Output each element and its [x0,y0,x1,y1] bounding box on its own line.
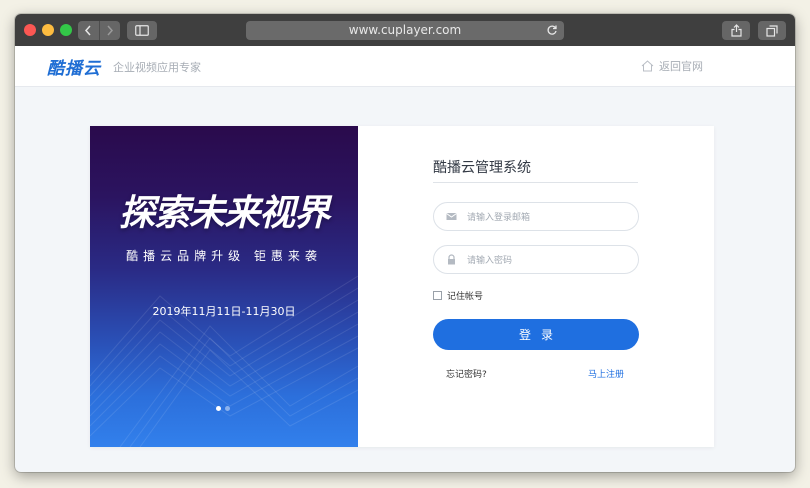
site-logo[interactable]: 酷播云 [47,54,101,79]
url-text: www.cuplayer.com [348,23,462,37]
email-field-wrapper [433,202,639,231]
banner-title: 探索未来视界 [118,193,330,234]
carousel-dot[interactable] [225,406,230,411]
email-input[interactable] [465,207,629,228]
back-to-home-link[interactable]: 返回官网 [641,58,703,74]
sidebar-toggle-button[interactable] [127,21,157,40]
zoom-window-button[interactable] [60,24,72,36]
login-card: 探索未来视界 酷播云品牌升级 钜惠来袭 2019年11月11日-11月30日 酷… [90,126,714,447]
back-to-home-label: 返回官网 [659,60,703,73]
forward-button[interactable] [98,21,121,40]
mail-icon [446,213,457,220]
back-button[interactable] [78,21,99,40]
share-button[interactable] [722,21,750,40]
remember-label: 记住帐号 [447,292,484,302]
forgot-password-link[interactable]: 忘记密码? [446,367,487,380]
password-input[interactable] [465,250,629,271]
tab-overview-button[interactable] [758,21,786,40]
banner-subtitle: 酷播云品牌升级 钜惠来袭 [126,249,322,263]
address-bar[interactable]: www.cuplayer.com [246,21,564,40]
site-slogan: 企业视频应用专家 [113,61,201,74]
chevron-right-icon [107,25,113,36]
minimize-window-button[interactable] [42,24,54,36]
sidebar-icon [135,25,149,36]
carousel-dot[interactable] [216,406,221,411]
carousel-indicators [216,406,230,411]
share-icon [730,24,742,37]
remember-account[interactable]: 记住帐号 [433,289,483,302]
form-title: 酷播云管理系统 [433,160,531,176]
history-nav [78,21,120,40]
chevron-left-icon [85,25,91,36]
remember-checkbox[interactable] [433,291,442,300]
site-header: 酷播云 企业视频应用专家 返回官网 [15,46,795,87]
tabs-icon [766,24,778,37]
home-icon [641,60,654,72]
reload-icon[interactable] [546,24,558,36]
login-form: 酷播云管理系统 记住帐号 登录 忘记密码? 马上注册 [358,126,714,447]
login-button[interactable]: 登录 [433,319,639,350]
title-divider [433,182,638,183]
register-link[interactable]: 马上注册 [588,367,624,380]
close-window-button[interactable] [24,24,36,36]
banner-decoration [90,275,358,447]
lock-icon [448,254,455,265]
banner-date-range: 2019年11月11日-11月30日 [152,305,296,318]
password-field-wrapper [433,245,639,274]
promo-banner[interactable]: 探索未来视界 酷播云品牌升级 钜惠来袭 2019年11月11日-11月30日 [90,126,358,447]
browser-window: www.cuplayer.com 酷播云 企业视频应用专家 返回官网 探索未来视… [15,14,795,472]
browser-toolbar: www.cuplayer.com [15,14,795,47]
